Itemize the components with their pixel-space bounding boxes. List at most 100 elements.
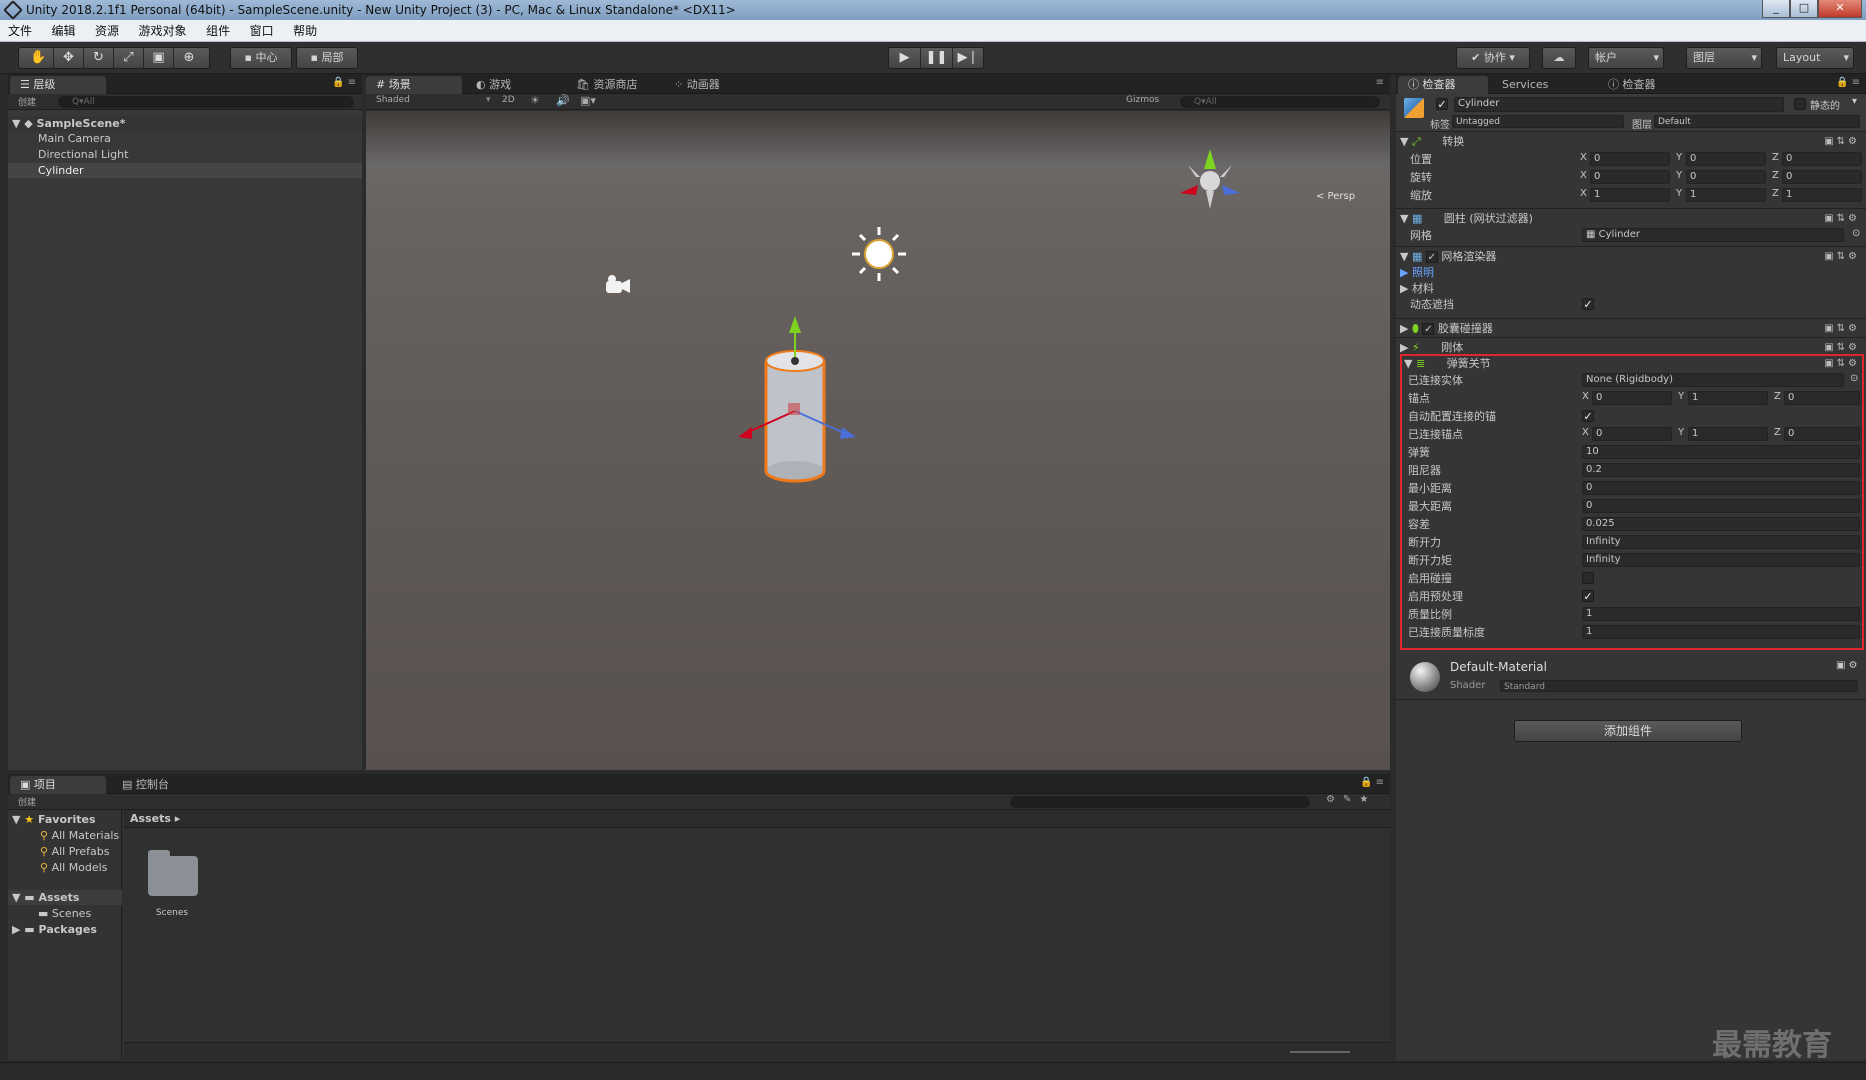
panel-menu-icon[interactable]: ≡ (1376, 77, 1384, 88)
mass-scale-input[interactable]: 1 (1582, 607, 1860, 621)
dynamic-occlusion-checkbox[interactable]: ✓ (1582, 298, 1594, 310)
tab-console[interactable]: ▤ 控制台 (112, 776, 179, 794)
panel-menu-icon[interactable]: 🔒 ≡ (1360, 777, 1384, 788)
tab-scene[interactable]: # 场景 (366, 76, 462, 94)
step-icon[interactable]: ▶❘ (953, 48, 983, 68)
list-item-selected[interactable]: Cylinder (8, 163, 362, 178)
component-header[interactable]: ▼ ▦ 圆柱 (网状过滤器) ▣⇅⚙ (1396, 211, 1866, 226)
tab-hierarchy[interactable]: ☰ 层级 (10, 76, 106, 94)
list-item[interactable]: ⚲ All Prefabs (8, 844, 110, 859)
play-icon[interactable]: ▶ (889, 48, 921, 68)
auto-configure-checkbox[interactable]: ✓ (1582, 410, 1594, 422)
panel-menu-icon[interactable]: 🔒 ≡ (332, 77, 356, 88)
break-torque-input[interactable]: Infinity (1582, 553, 1860, 567)
anchor-z-input[interactable]: 0 (1784, 391, 1860, 405)
component-header[interactable]: ▼ ≣ 弹簧关节 ▣⇅⚙ (1402, 356, 1862, 371)
create-dropdown[interactable]: 创建 (18, 95, 36, 108)
rect-tool-icon[interactable]: ▣ (144, 48, 174, 68)
lighting-foldout[interactable]: ▶ 照明 (1396, 265, 1434, 280)
menu-component[interactable]: 组件 (198, 20, 238, 42)
cylinder-object[interactable] (738, 316, 856, 483)
add-component-button[interactable]: 添加组件 (1514, 720, 1742, 742)
min-distance-input[interactable]: 0 (1582, 481, 1860, 495)
breadcrumb[interactable]: Assets ▸ (124, 810, 1390, 828)
scene-viewport[interactable]: < Persp (366, 111, 1390, 770)
list-item[interactable]: Directional Light (8, 147, 362, 162)
object-picker-icon[interactable]: ⊙ (1852, 228, 1860, 239)
rotation-x-input[interactable]: 0 (1590, 170, 1670, 184)
layout-dropdown[interactable]: Layout ▾ (1776, 47, 1854, 69)
list-item[interactable]: ⚲ All Materials (8, 828, 119, 843)
menu-file[interactable]: 文件 (0, 20, 40, 42)
account-dropdown[interactable]: 帐户 ▾ (1588, 47, 1664, 69)
component-header[interactable]: ▶ ⚡ 刚体 ▣⇅⚙ (1396, 340, 1866, 355)
gizmos-dropdown[interactable]: Gizmos (1126, 95, 1159, 105)
orientation-gizmo-icon[interactable] (1180, 149, 1240, 209)
minimize-button[interactable]: _ (1762, 0, 1790, 18)
scenes-folder[interactable]: Scenes (142, 846, 202, 926)
rotate-tool-icon[interactable]: ↻ (84, 48, 114, 68)
persp-label[interactable]: < Persp (1316, 191, 1355, 202)
close-button[interactable]: ✕ (1818, 0, 1862, 18)
max-distance-input[interactable]: 0 (1582, 499, 1860, 513)
tab-asset-store[interactable]: 🛍 资源商店 (566, 76, 647, 94)
pivot-button[interactable]: ▪ 中心 (230, 47, 292, 69)
hierarchy-search-input[interactable]: Q▾All (58, 96, 354, 108)
enable-preprocessing-checkbox[interactable]: ✓ (1582, 590, 1594, 602)
packages-row[interactable]: ▶ ▬ Packages (8, 922, 97, 937)
position-x-input[interactable]: 0 (1590, 152, 1670, 166)
tab-animator[interactable]: ⁘ 动画器 (664, 76, 730, 94)
connected-anchor-y-input[interactable]: 1 (1688, 427, 1768, 441)
menu-help[interactable]: 帮助 (285, 20, 325, 42)
tolerance-input[interactable]: 0.025 (1582, 517, 1860, 531)
spring-input[interactable]: 10 (1582, 445, 1860, 459)
layer-dropdown[interactable]: Default (1654, 115, 1860, 128)
scene-row[interactable]: ▼ ◆ SampleScene* (8, 116, 362, 131)
list-item[interactable]: ▬ Scenes (8, 906, 91, 921)
menu-gameobject[interactable]: 游戏对象 (131, 20, 195, 42)
rotation-z-input[interactable]: 0 (1782, 170, 1862, 184)
static-dropdown[interactable]: ▾ (1852, 96, 1857, 107)
pause-icon[interactable]: ❚❚ (921, 48, 953, 68)
list-item[interactable]: Main Camera (8, 131, 362, 146)
connected-anchor-z-input[interactable]: 0 (1784, 427, 1860, 441)
object-picker-icon[interactable]: ⊙ (1850, 373, 1858, 384)
static-checkbox[interactable] (1794, 98, 1806, 110)
audio-toggle-icon[interactable]: 🔊 (556, 94, 570, 107)
zoom-slider[interactable] (1290, 1051, 1350, 1053)
layers-dropdown[interactable]: 图层 ▾ (1686, 47, 1762, 69)
shader-dropdown[interactable]: Standard (1500, 680, 1858, 692)
2d-toggle-button[interactable]: 2D (502, 95, 515, 105)
tab-game[interactable]: ◐ 游戏 (466, 76, 521, 94)
menu-edit[interactable]: 编辑 (44, 20, 84, 42)
tab-inspector[interactable]: ⓘ 检查器 (1398, 76, 1488, 94)
favorites-row[interactable]: ▼ ★ Favorites (8, 812, 96, 827)
mesh-field[interactable]: ▦ Cylinder (1582, 228, 1844, 242)
connected-mass-scale-input[interactable]: 1 (1582, 625, 1860, 639)
filter-icons[interactable]: ⚙✎★ (1326, 794, 1376, 805)
component-header[interactable]: ▼ ▦ ✓ 网格渲染器 ▣⇅⚙ (1396, 249, 1866, 264)
object-name-input[interactable]: Cylinder (1454, 97, 1784, 112)
move-tool-icon[interactable]: ✥ (54, 48, 84, 68)
connected-anchor-x-input[interactable]: 0 (1592, 427, 1672, 441)
break-force-input[interactable]: Infinity (1582, 535, 1860, 549)
menu-assets[interactable]: 资源 (87, 20, 127, 42)
shading-mode-dropdown[interactable]: Shaded (376, 95, 410, 105)
local-button[interactable]: ▪ 局部 (296, 47, 358, 69)
panel-menu-icon[interactable]: 🔒 ≡ (1836, 77, 1860, 88)
position-y-input[interactable]: 0 (1686, 152, 1766, 166)
active-checkbox[interactable]: ✓ (1436, 98, 1448, 110)
create-dropdown[interactable]: 创建 (18, 795, 36, 808)
sun-icon[interactable] (852, 227, 906, 281)
enable-collision-checkbox[interactable] (1582, 572, 1594, 584)
collab-button[interactable]: ✔ 协作 ▾ (1456, 47, 1530, 69)
rotation-y-input[interactable]: 0 (1686, 170, 1766, 184)
tab-inspector-2[interactable]: ⓘ 检查器 (1598, 76, 1666, 94)
anchor-x-input[interactable]: 0 (1592, 391, 1672, 405)
transform-tool-icon[interactable]: ⊕ (174, 48, 204, 68)
connected-body-field[interactable]: None (Rigidbody) (1582, 373, 1844, 387)
component-menu-icons[interactable]: ▣⇅⚙ (1824, 134, 1860, 149)
tag-dropdown[interactable]: Untagged (1452, 115, 1624, 128)
position-z-input[interactable]: 0 (1782, 152, 1862, 166)
tab-project[interactable]: ▣ 项目 (10, 776, 106, 794)
